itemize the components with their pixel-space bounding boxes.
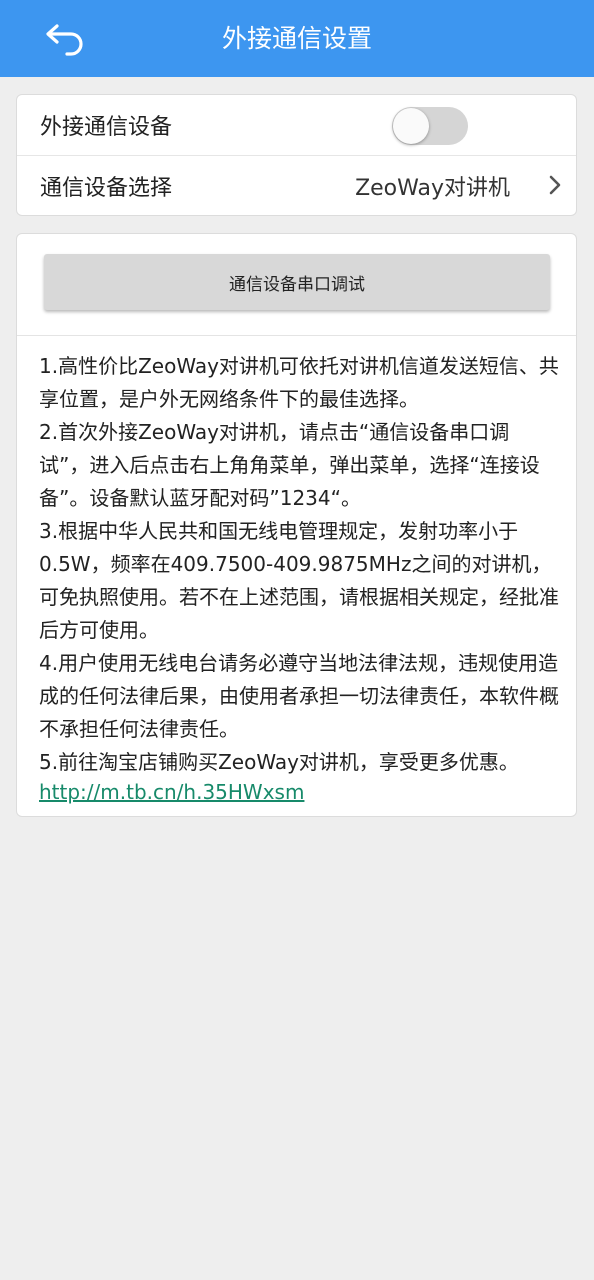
settings-card: 外接通信设备 通信设备选择 ZeoWay对讲机 xyxy=(16,94,577,216)
notes-list: 1.高性价比ZeoWay对讲机可依托对讲机信道发送短信、共享位置，是户外无网络条… xyxy=(39,350,559,805)
note-item: 5.前往淘宝店铺购买ZeoWay对讲机，享受更多优惠。 xyxy=(39,750,519,774)
shop-link[interactable]: http://m.tb.cn/h.35HWxsm xyxy=(39,779,559,805)
external-device-row: 外接通信设备 xyxy=(17,95,576,156)
note-item: 4.用户使用无线电台请务必遵守当地法律法规，违规使用造成的任何法律后果，由使用者… xyxy=(39,651,559,741)
serial-debug-button[interactable]: 通信设备串口调试 xyxy=(44,254,550,310)
divider xyxy=(17,335,576,336)
note-item: 3.根据中华人民共和国无线电管理规定，发射功率小于0.5W，频率在409.750… xyxy=(39,519,559,642)
external-device-label: 外接通信设备 xyxy=(40,115,173,140)
note-item: 1.高性价比ZeoWay对讲机可依托对讲机信道发送短信、共享位置，是户外无网络条… xyxy=(39,354,559,411)
device-select-label: 通信设备选择 xyxy=(40,176,173,201)
app-header: 外接通信设置 xyxy=(0,0,594,77)
page-title: 外接通信设置 xyxy=(221,24,372,53)
chevron-right-icon xyxy=(549,175,561,195)
info-card: 通信设备串口调试 1.高性价比ZeoWay对讲机可依托对讲机信道发送短信、共享位… xyxy=(16,233,577,817)
external-device-toggle[interactable] xyxy=(392,107,468,145)
device-select-row[interactable]: 通信设备选择 ZeoWay对讲机 xyxy=(17,156,576,216)
toggle-knob xyxy=(393,108,429,144)
device-select-value: ZeoWay对讲机 xyxy=(355,176,510,201)
note-item: 2.首次外接ZeoWay对讲机，请点击“通信设备串口调试”，进入后点击右上角角菜… xyxy=(39,420,540,510)
